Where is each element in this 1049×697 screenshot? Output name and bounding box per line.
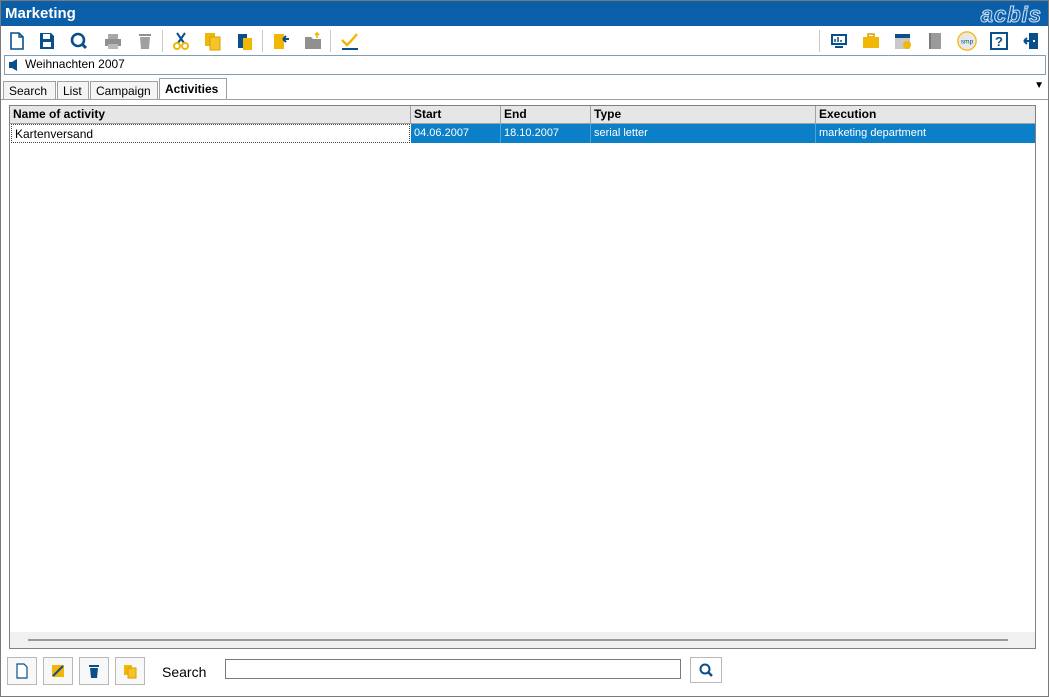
paste-button[interactable]: [233, 29, 257, 53]
smp-button[interactable]: smp: [955, 29, 979, 53]
edit-icon: [52, 665, 64, 677]
tab-activities[interactable]: Activities: [159, 78, 227, 100]
import-button[interactable]: [269, 29, 293, 53]
briefcase-icon: [863, 33, 879, 48]
open-folder-button[interactable]: [301, 29, 325, 53]
column-header-start[interactable]: Start: [411, 106, 501, 124]
search-button[interactable]: [67, 29, 91, 53]
cell-type[interactable]: serial letter: [591, 124, 816, 143]
record-field: Weihnachten 2007: [4, 55, 1046, 75]
search-go-button[interactable]: [690, 657, 722, 683]
main-window: Marketing acbis smp ? Weihnachten 2007 S…: [0, 0, 1049, 697]
cut-icon: [173, 32, 189, 50]
horizontal-scrollbar[interactable]: [10, 632, 1035, 648]
copy-icon: [124, 665, 137, 679]
column-header-execution[interactable]: Execution: [816, 106, 1035, 124]
exit-icon: [1023, 33, 1038, 49]
open-folder-icon: [305, 31, 321, 49]
copy-button[interactable]: [201, 29, 225, 53]
delete-icon: [139, 34, 151, 49]
activities-table: Name of activity Start End Type Executio…: [9, 105, 1036, 649]
copy-activity-button[interactable]: [115, 657, 145, 685]
calendar-check-button[interactable]: [891, 29, 915, 53]
calendar-check-icon: [895, 34, 911, 49]
import-icon: [274, 34, 289, 49]
briefcase-button[interactable]: [859, 29, 883, 53]
help-icon: ?: [990, 32, 1008, 50]
cut-button[interactable]: [169, 29, 193, 53]
new-icon: [16, 663, 28, 679]
svg-text:smp: smp: [961, 39, 974, 46]
tab-campaign[interactable]: Campaign: [90, 81, 158, 99]
tab-dropdown-icon[interactable]: ▼: [1034, 80, 1044, 91]
speaker-icon: [9, 59, 17, 71]
record-name: Weihnachten 2007: [25, 57, 125, 71]
chart-button[interactable]: [338, 29, 362, 53]
smp-icon: smp: [957, 31, 977, 51]
title-bar: Marketing acbis: [1, 1, 1048, 28]
tab-search[interactable]: Search: [3, 81, 56, 99]
cell-execution[interactable]: marketing department: [816, 124, 1035, 143]
paste-icon: [238, 34, 252, 50]
column-header-type[interactable]: Type: [591, 106, 816, 124]
copy-icon: [205, 33, 221, 51]
column-header-name[interactable]: Name of activity: [10, 106, 411, 124]
new-activity-button[interactable]: [7, 657, 37, 685]
cell-start[interactable]: 04.06.2007: [411, 124, 501, 143]
book-icon: [929, 33, 941, 49]
acbis-logo: acbis: [980, 2, 1042, 28]
delete-button[interactable]: [133, 29, 157, 53]
delete-activity-button[interactable]: [79, 657, 109, 685]
print-icon: [105, 34, 121, 49]
exit-button[interactable]: [1019, 29, 1043, 53]
new-document-button[interactable]: [5, 29, 29, 53]
print-button[interactable]: [101, 29, 125, 53]
cell-end[interactable]: 18.10.2007: [501, 124, 591, 143]
table-header: Name of activity Start End Type Executio…: [10, 106, 1035, 124]
tab-divider: [1, 99, 1048, 100]
search-icon: [70, 32, 88, 50]
new-document-icon: [10, 32, 24, 50]
search-input[interactable]: [225, 659, 681, 679]
cell-name[interactable]: Kartenversand: [11, 124, 410, 143]
tab-bar: Search List Campaign Activities: [1, 77, 1048, 100]
scrollbar-thumb[interactable]: [28, 639, 1008, 641]
tab-list[interactable]: List: [57, 81, 89, 99]
delete-icon: [89, 665, 99, 678]
chart-icon: [341, 33, 358, 50]
monitor-icon: [831, 34, 847, 48]
monitor-button[interactable]: [827, 29, 851, 53]
save-icon: [40, 33, 54, 49]
edit-activity-button[interactable]: [43, 657, 73, 685]
help-button[interactable]: ?: [987, 29, 1011, 53]
window-title: Marketing: [5, 5, 76, 22]
search-label: Search: [162, 664, 207, 680]
svg-text:?: ?: [995, 34, 1003, 49]
column-header-end[interactable]: End: [501, 106, 591, 124]
table-row[interactable]: Kartenversand 04.06.2007 18.10.2007 seri…: [10, 124, 1035, 143]
book-button[interactable]: [923, 29, 947, 53]
save-button[interactable]: [35, 29, 59, 53]
search-icon: [699, 663, 713, 677]
toolbar: smp ?: [1, 27, 1048, 54]
